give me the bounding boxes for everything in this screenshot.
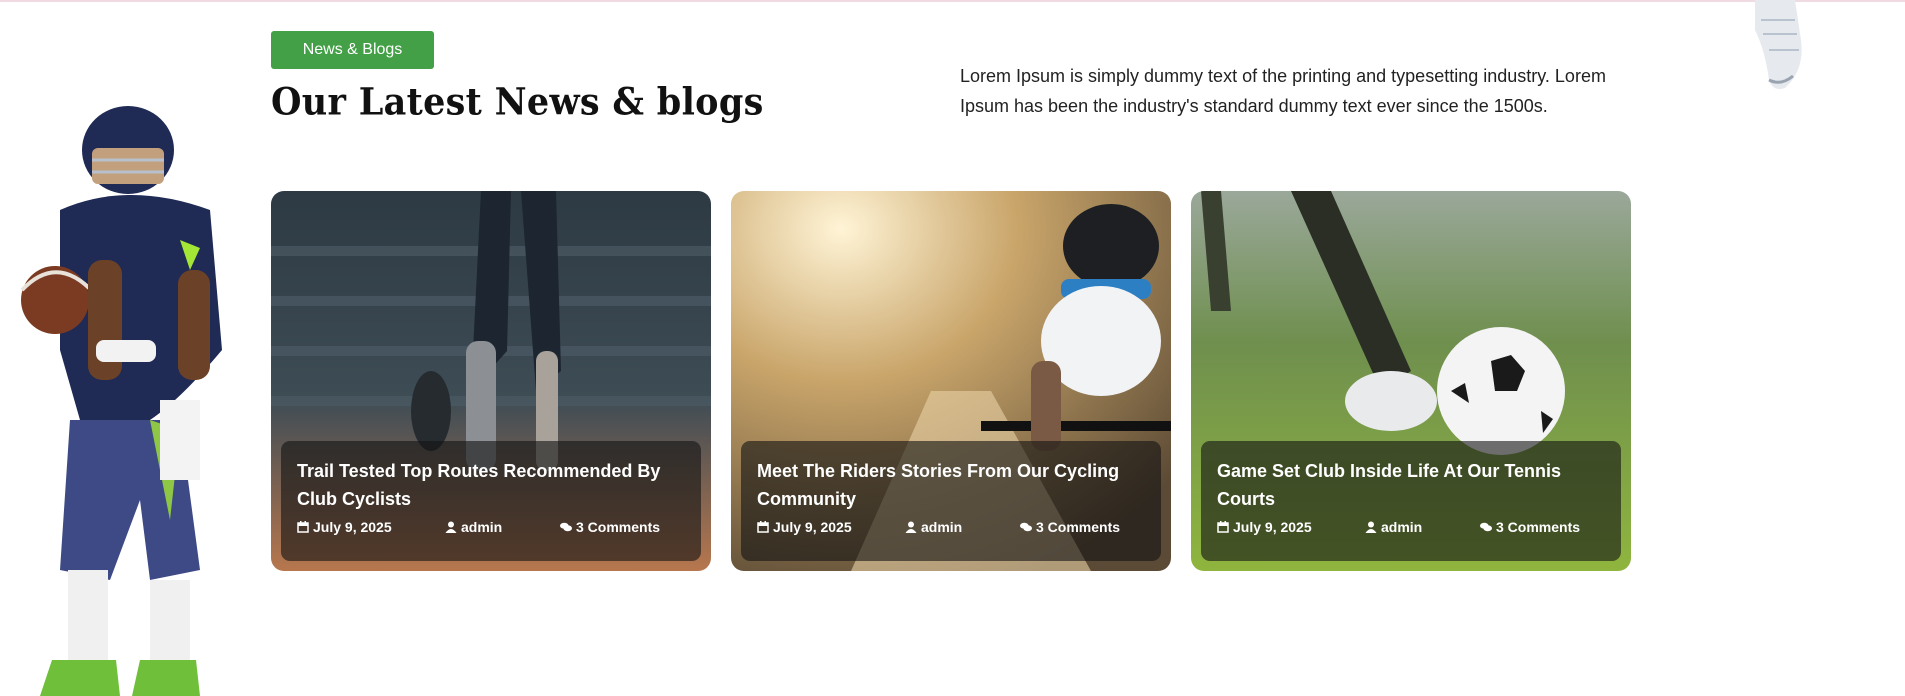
calendar-icon [1217, 521, 1229, 533]
card-title[interactable]: Trail Tested Top Routes Recommended By C… [297, 457, 685, 513]
card-info-panel: Game Set Club Inside Life At Our Tennis … [1201, 441, 1621, 561]
top-border [0, 0, 1905, 2]
post-author[interactable]: admin [921, 519, 962, 535]
section-description: Lorem Ipsum is simply dummy text of the … [960, 66, 1606, 116]
blog-card[interactable]: Meet The Riders Stories From Our Cycling… [731, 191, 1171, 571]
comments-icon [560, 522, 572, 532]
comments-icon [1020, 522, 1032, 532]
user-icon [445, 521, 457, 533]
post-comments[interactable]: 3 Comments [1496, 519, 1580, 535]
calendar-icon [757, 521, 769, 533]
post-author[interactable]: admin [461, 519, 502, 535]
user-icon [905, 521, 917, 533]
card-title[interactable]: Meet The Riders Stories From Our Cycling… [757, 457, 1145, 513]
card-meta: July 9, 2025 admin 3 Comments [297, 519, 685, 535]
section-title: Our Latest News & blogs [271, 80, 764, 125]
card-info-panel: Meet The Riders Stories From Our Cycling… [741, 441, 1161, 561]
card-info-panel: Trail Tested Top Routes Recommended By C… [281, 441, 701, 561]
card-meta: July 9, 2025 admin 3 Comments [1217, 519, 1605, 535]
post-date: July 9, 2025 [773, 519, 852, 535]
user-icon [1365, 521, 1377, 533]
blog-card[interactable]: Game Set Club Inside Life At Our Tennis … [1191, 191, 1631, 571]
blog-card[interactable]: Trail Tested Top Routes Recommended By C… [271, 191, 711, 571]
comments-icon [1480, 522, 1492, 532]
post-author[interactable]: admin [1381, 519, 1422, 535]
section-badge: News & Blogs [271, 31, 434, 69]
post-comments[interactable]: 3 Comments [1036, 519, 1120, 535]
card-meta: July 9, 2025 admin 3 Comments [757, 519, 1145, 535]
card-title[interactable]: Game Set Club Inside Life At Our Tennis … [1217, 457, 1605, 513]
running-shoe-image [1755, 0, 1802, 89]
post-comments[interactable]: 3 Comments [576, 519, 660, 535]
post-date: July 9, 2025 [313, 519, 392, 535]
calendar-icon [297, 521, 309, 533]
post-date: July 9, 2025 [1233, 519, 1312, 535]
football-player-image [20, 106, 222, 696]
